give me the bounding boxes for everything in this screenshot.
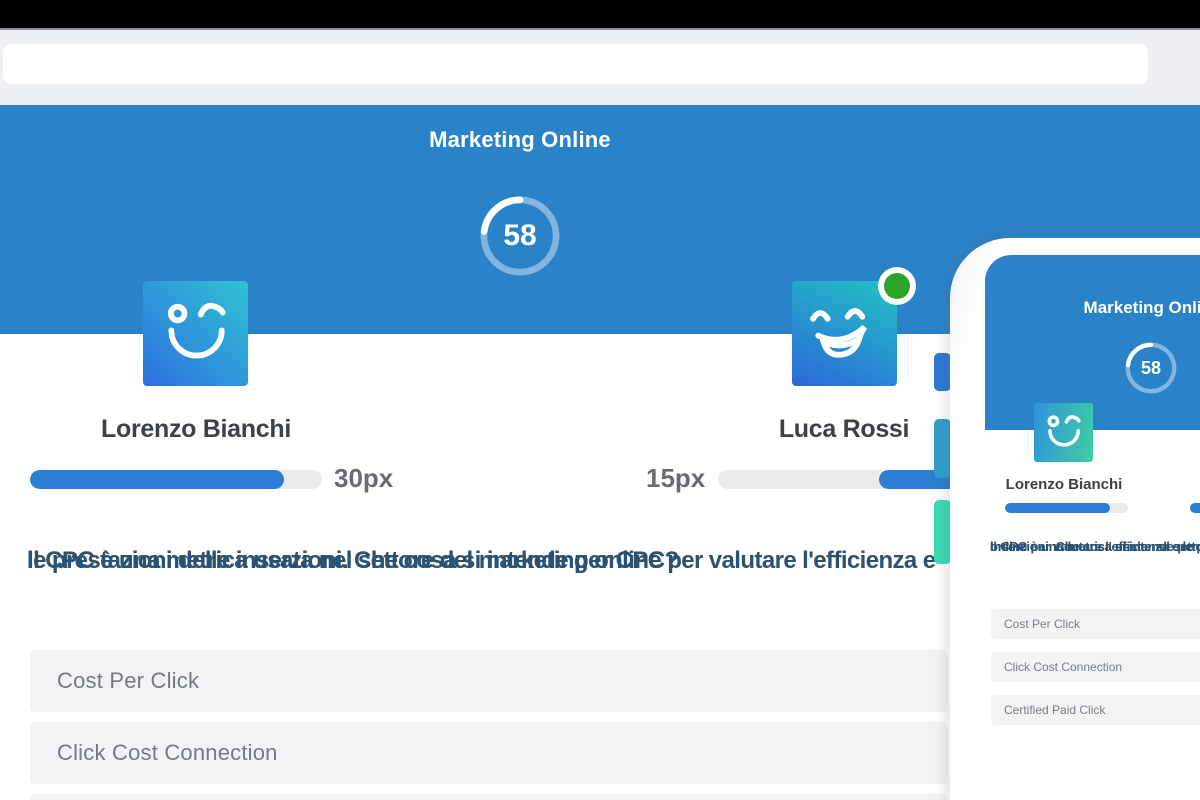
player-right-score-label: 15px (646, 463, 706, 493)
phone-right-progress-fragment (1190, 503, 1200, 513)
phone-player-avatar (1034, 403, 1093, 462)
player-left-progressbar (30, 470, 322, 489)
address-bar[interactable] (3, 44, 1148, 84)
browser-toolbar (0, 30, 1200, 105)
phone-answer-option-2[interactable]: Click Cost Connection (991, 652, 1200, 682)
phone-mockup-screen: Marketing Online 58 Lorenzo Bianchi Il C… (985, 255, 1200, 800)
player-left-avatar (143, 281, 248, 386)
phone-player-name: Lorenzo Bianchi (1005, 476, 1123, 493)
player-left-progress-fill (30, 470, 285, 489)
phone-answer-option-1[interactable]: Cost Per Click (991, 609, 1200, 639)
phone-answer-option-3[interactable]: Certified Paid Click (991, 695, 1200, 725)
category-title: Marketing Online (429, 127, 611, 152)
answer-option-2[interactable]: Click Cost Connection (30, 722, 948, 784)
phone-progress-fill (1005, 503, 1110, 513)
screenshot-root: Marketing Online 58 Lorenzo Bianchi 30px… (0, 0, 1200, 800)
answer-option-1[interactable]: Cost Per Click (30, 650, 948, 712)
phone-timer-ring: 58 (1124, 341, 1178, 395)
answer-option-3[interactable]: Certified Paid Click (30, 794, 948, 800)
accent-bar-teal (934, 500, 951, 564)
wink-smiley-icon (1047, 415, 1081, 447)
player-left-name: Lorenzo Bianchi (101, 415, 291, 443)
accent-bar-cyan (934, 419, 951, 478)
wink-smiley-icon (167, 302, 226, 359)
accent-bar-blue (934, 353, 951, 391)
window-top-bar (0, 0, 1200, 28)
online-status-dot (878, 267, 916, 305)
phone-timer-value: 58 (1140, 357, 1162, 378)
player-left-score-label: 30px (334, 463, 394, 493)
phone-question-line-3: inserzioni. Che cosa si intende per CPC? (990, 539, 1200, 554)
timer-ring: 58 (478, 194, 562, 278)
question-line-2: le prestazioni delle inserzioni. Che cos… (27, 547, 679, 574)
phone-category-title: Marketing Online (1083, 298, 1200, 317)
phone-progressbar (1005, 503, 1128, 513)
timer-value: 58 (503, 219, 537, 252)
